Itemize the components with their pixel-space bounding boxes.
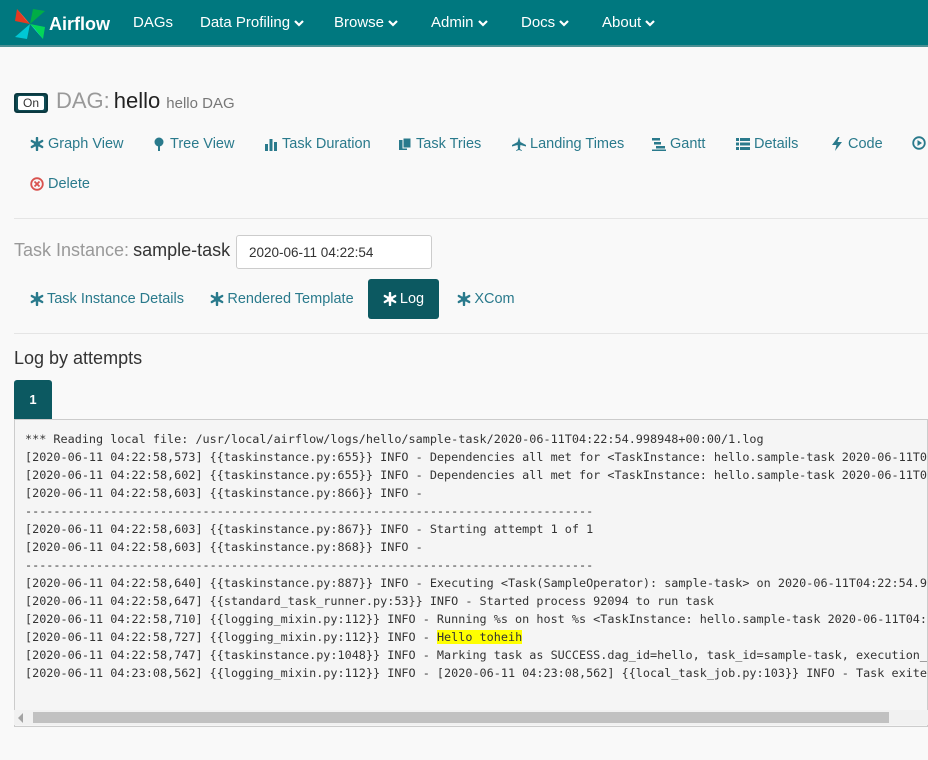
nav-browse[interactable]: Browse xyxy=(334,14,398,31)
nav-docs[interactable]: Docs xyxy=(521,14,569,31)
log-line: [2020-06-11 04:22:58,573] {{taskinstance… xyxy=(25,450,927,464)
tree-view-link[interactable]: Tree View xyxy=(152,136,234,152)
log-highlight: Hello toheih xyxy=(436,630,523,644)
log-line: ----------------------------------------… xyxy=(25,558,594,572)
code-label: Code xyxy=(848,136,883,152)
nav-browse-label: Browse xyxy=(334,14,385,31)
delete-link[interactable]: Delete xyxy=(30,176,90,192)
log-line: [2020-06-11 04:22:58,710] {{logging_mixi… xyxy=(25,612,927,626)
flash-icon xyxy=(832,137,842,151)
log-line: [2020-06-11 04:22:58,603] {{taskinstance… xyxy=(25,540,430,554)
tree-view-label: Tree View xyxy=(170,136,235,152)
execution-date-input[interactable] xyxy=(236,235,432,269)
nav-about[interactable]: About xyxy=(602,14,655,31)
graph-view-label: Graph View xyxy=(48,136,124,152)
asterisk-icon xyxy=(457,292,471,306)
plane-icon xyxy=(512,137,526,151)
play-circle-icon xyxy=(912,136,926,150)
delete-label: Delete xyxy=(48,176,90,192)
nav-data-profiling[interactable]: Data Profiling xyxy=(200,14,304,31)
landing-times-label: Landing Times xyxy=(530,136,625,152)
chevron-down-icon xyxy=(294,19,304,27)
dag-pause-toggle[interactable]: On xyxy=(14,93,48,113)
log-line: [2020-06-11 04:22:58,603] {{taskinstance… xyxy=(25,486,430,500)
tab-log-label: Log xyxy=(399,291,425,307)
gantt-icon xyxy=(652,138,666,151)
bar-chart-icon xyxy=(265,139,277,151)
tree-icon xyxy=(154,137,164,151)
scrollbar-thumb[interactable] xyxy=(33,712,889,723)
dag-name: hello xyxy=(113,88,161,113)
log-line: [2020-06-11 04:23:08,562] {{logging_mixi… xyxy=(25,666,927,680)
asterisk-icon xyxy=(383,292,397,306)
code-link[interactable]: Code xyxy=(830,136,883,152)
details-label: Details xyxy=(754,136,799,152)
duplicate-icon xyxy=(399,137,412,150)
landing-times-link[interactable]: Landing Times xyxy=(512,136,624,152)
chevron-down-icon xyxy=(645,19,655,27)
task-tries-label: Task Tries xyxy=(416,136,482,152)
tab-rendered-template-label: Rendered Template xyxy=(227,291,354,307)
log-text: *** Reading local file: /usr/local/airfl… xyxy=(25,430,928,682)
log-line: [2020-06-11 04:22:58,602] {{taskinstance… xyxy=(25,468,927,482)
nav-data-profiling-label: Data Profiling xyxy=(200,14,291,31)
log-line: [2020-06-11 04:22:58,603] {{taskinstance… xyxy=(25,522,594,536)
dag-prefix: DAG: xyxy=(56,88,110,113)
log-section-title: Log by attempts xyxy=(14,348,143,368)
remove-circle-icon xyxy=(30,177,44,191)
task-instance-prefix: Task Instance: xyxy=(14,240,130,260)
graph-view-link[interactable]: Graph View xyxy=(30,136,124,152)
task-duration-link[interactable]: Task Duration xyxy=(264,136,371,152)
top-navbar: Airflow DAGs Data Profiling Browse Admin… xyxy=(0,0,928,47)
asterisk-icon xyxy=(210,292,224,306)
page-title: DAG: hello hello DAG xyxy=(56,88,235,114)
gantt-label: Gantt xyxy=(670,136,706,152)
log-output[interactable]: *** Reading local file: /usr/local/airfl… xyxy=(14,419,928,727)
task-instance-name: sample-task xyxy=(133,240,231,260)
chevron-down-icon xyxy=(477,19,488,27)
tab-xcom[interactable]: XCom xyxy=(450,279,522,319)
log-line: ----------------------------------------… xyxy=(25,504,594,518)
asterisk-icon xyxy=(30,137,44,151)
log-line: [2020-06-11 04:22:58,727] {{logging_mixi… xyxy=(25,630,437,644)
nav-dags-label: DAGs xyxy=(133,14,174,31)
log-line: [2020-06-11 04:22:58,747] {{taskinstance… xyxy=(25,648,927,662)
divider xyxy=(14,333,928,334)
log-line: [2020-06-11 04:22:58,647] {{standard_tas… xyxy=(25,594,714,608)
attempt-tab-1[interactable]: 1 xyxy=(14,380,52,419)
divider xyxy=(14,218,928,219)
nav-dags[interactable]: DAGs xyxy=(133,14,173,31)
tab-task-instance-details[interactable]: Task Instance Details xyxy=(22,279,192,319)
log-line: *** Reading local file: /usr/local/airfl… xyxy=(25,432,764,446)
tab-xcom-label: XCom xyxy=(474,291,515,307)
toggle-label: On xyxy=(18,96,44,110)
dag-description: hello DAG xyxy=(166,95,235,112)
nav-docs-label: Docs xyxy=(521,14,556,31)
chevron-down-icon xyxy=(388,19,398,27)
gantt-link[interactable]: Gantt xyxy=(652,136,705,152)
details-link[interactable]: Details xyxy=(736,136,798,152)
task-tries-link[interactable]: Task Tries xyxy=(398,136,481,152)
refresh-link[interactable] xyxy=(912,136,928,150)
brand-link[interactable]: Airflow xyxy=(13,6,110,42)
scroll-left-icon[interactable] xyxy=(18,713,23,723)
tab-log[interactable]: Log xyxy=(368,279,439,319)
tab-rendered-template[interactable]: Rendered Template xyxy=(204,279,360,319)
list-icon xyxy=(736,138,750,150)
nav-about-label: About xyxy=(602,14,642,31)
task-duration-label: Task Duration xyxy=(282,136,371,152)
airflow-logo-icon xyxy=(15,9,45,39)
brand-text: Airflow xyxy=(49,13,110,34)
log-line: [2020-06-11 04:22:58,640] {{taskinstance… xyxy=(25,576,928,590)
nav-admin[interactable]: Admin xyxy=(431,14,488,31)
task-instance-title: Task Instance: sample-task xyxy=(14,240,230,261)
chevron-down-icon xyxy=(559,19,569,27)
asterisk-icon xyxy=(30,292,44,306)
nav-admin-label: Admin xyxy=(431,14,474,31)
tab-task-instance-details-label: Task Instance Details xyxy=(46,291,184,307)
